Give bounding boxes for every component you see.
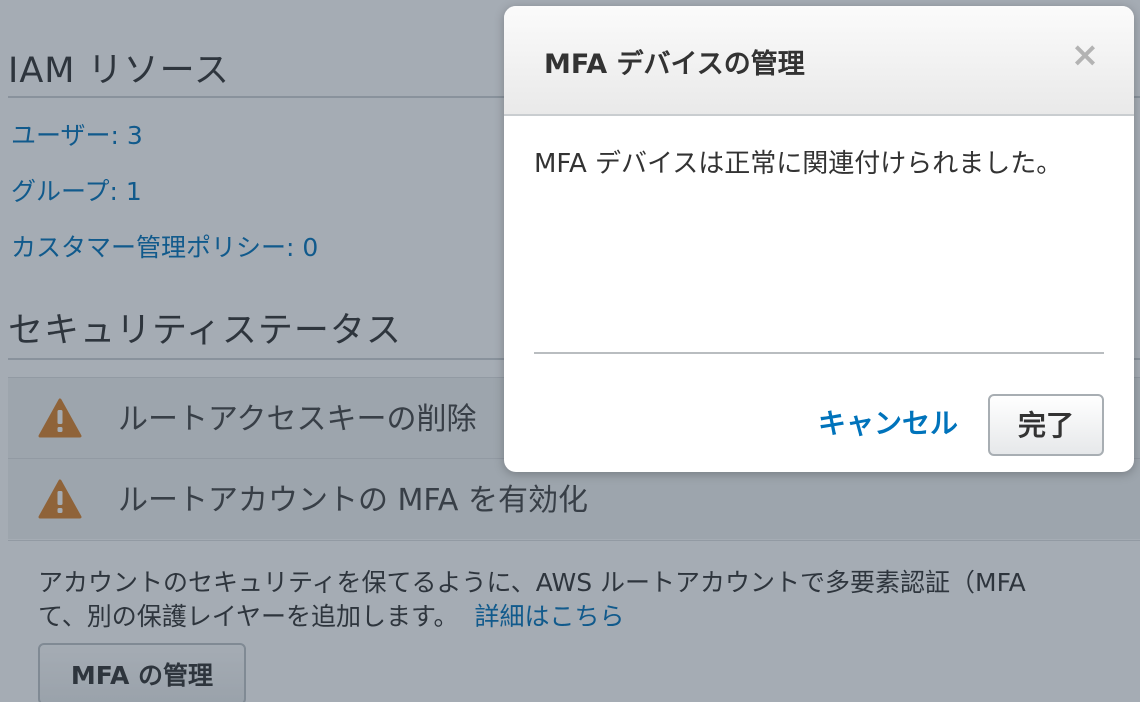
dialog-header: MFA デバイスの管理 × bbox=[504, 6, 1134, 116]
page: IAM リソース ユーザー: 3 グループ: 1 カスタマー管理ポリシー: 0 … bbox=[0, 0, 1140, 702]
manage-mfa-dialog: MFA デバイスの管理 × MFA デバイスは正常に関連付けられました。 キャン… bbox=[504, 6, 1134, 472]
close-icon[interactable]: × bbox=[1070, 38, 1100, 72]
done-button[interactable]: 完了 bbox=[988, 394, 1104, 456]
dialog-title: MFA デバイスの管理 bbox=[544, 49, 805, 80]
cancel-button[interactable]: キャンセル bbox=[818, 402, 958, 442]
dialog-message: MFA デバイスは正常に関連付けられました。 bbox=[534, 149, 1063, 179]
dialog-divider bbox=[534, 352, 1104, 354]
